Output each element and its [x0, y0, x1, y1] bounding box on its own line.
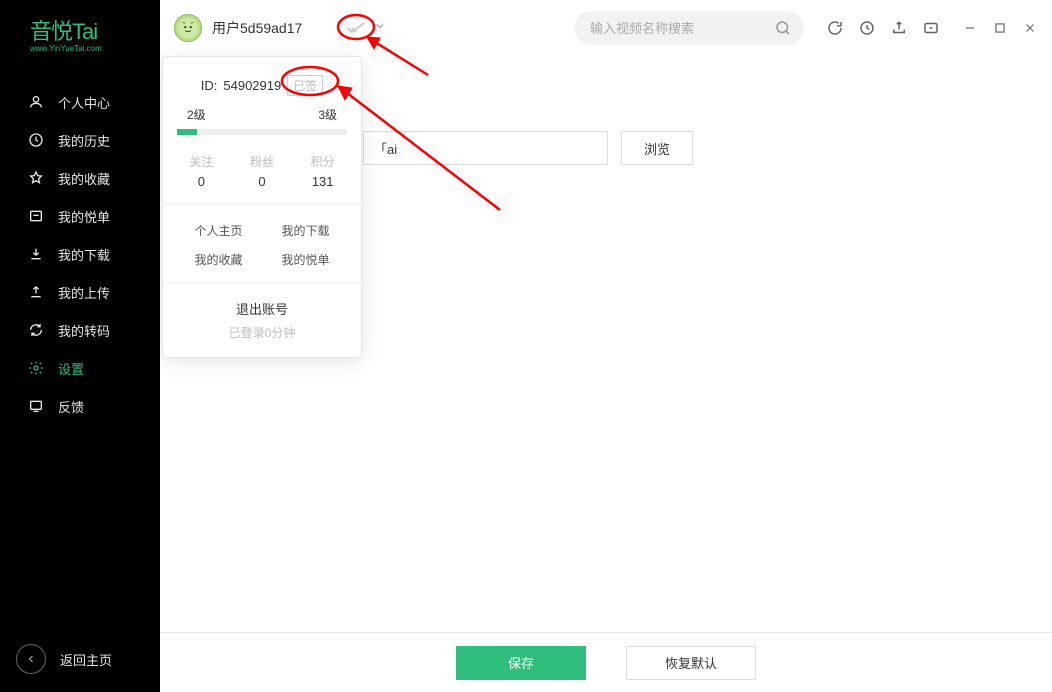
logo-main: 音悦Tai: [30, 14, 160, 46]
tool-icons: [826, 19, 940, 37]
id-label: ID:: [201, 78, 218, 93]
sidebar-item-uploads[interactable]: 我的上传: [0, 273, 160, 311]
chevron-down-icon[interactable]: [374, 19, 386, 37]
level-right: 3级: [318, 106, 337, 123]
sidebar-item-history[interactable]: 我的历史: [0, 121, 160, 159]
level-progress-fill: [177, 129, 197, 135]
path-text-fragment: 「ai: [374, 139, 397, 158]
sidebar-item-label: 我的收藏: [58, 169, 110, 188]
avatar[interactable]: [174, 14, 202, 42]
footer: 保存 恢复默认: [160, 632, 1052, 692]
sidebar-item-label: 我的下载: [58, 245, 110, 264]
divider: [163, 203, 361, 204]
sidebar-item-label: 个人中心: [58, 93, 110, 112]
sidebar-item-feedback[interactable]: 反馈: [0, 387, 160, 425]
popover-levels: 2级 3级: [163, 106, 361, 129]
popover-id-row: ID: 54902919 已签: [163, 57, 361, 106]
username-label: 用户5d59ad17: [212, 18, 302, 38]
sidebar-nav: 个人中心 我的历史 我的收藏 我的悦单 我的下载 我的上传 我的转码 设置: [0, 83, 160, 425]
minimize-icon[interactable]: [962, 20, 978, 36]
stat-points[interactable]: 积分 131: [292, 153, 353, 189]
browse-button[interactable]: 浏览: [621, 131, 693, 165]
return-home-label: 返回主页: [60, 650, 112, 669]
popover-stats: 关注 0 粉丝 0 积分 131: [163, 149, 361, 203]
signed-badge: 已签: [287, 75, 323, 96]
reset-defaults-button[interactable]: 恢复默认: [626, 646, 756, 680]
sidebar-item-label: 我的悦单: [58, 207, 110, 226]
stat-value: 0: [232, 174, 293, 189]
stat-value: 131: [292, 174, 353, 189]
stat-value: 0: [171, 174, 232, 189]
link-downloads[interactable]: 我的下载: [262, 216, 349, 245]
link-playlists[interactable]: 我的悦单: [262, 245, 349, 274]
chevron-left-icon: [16, 644, 46, 674]
playlist-icon: [28, 208, 44, 224]
search-icon[interactable]: [770, 15, 796, 41]
sidebar-item-label: 反馈: [58, 397, 84, 416]
upload-tray-icon[interactable]: [890, 19, 908, 37]
login-time-label: 已登录0分钟: [163, 320, 361, 345]
sidebar: 音悦Tai www.YinYueTai.com 个人中心 我的历史 我的收藏 我…: [0, 0, 160, 692]
download-path-input[interactable]: 「ai: [363, 131, 608, 165]
search-input[interactable]: [590, 21, 770, 36]
sidebar-item-label: 我的转码: [58, 321, 110, 340]
sidebar-item-favorites[interactable]: 我的收藏: [0, 159, 160, 197]
download-icon: [28, 246, 44, 262]
close-icon[interactable]: [1022, 20, 1038, 36]
verified-badge-icon: [346, 21, 366, 35]
refresh-icon: [28, 322, 44, 338]
stat-following[interactable]: 关注 0: [171, 153, 232, 189]
stat-followers[interactable]: 粉丝 0: [232, 153, 293, 189]
link-favorites[interactable]: 我的收藏: [175, 245, 262, 274]
sidebar-item-downloads[interactable]: 我的下载: [0, 235, 160, 273]
save-button[interactable]: 保存: [456, 646, 586, 680]
stat-label: 粉丝: [232, 153, 293, 170]
logo-subtitle: www.YinYueTai.com: [30, 44, 160, 53]
popover-links: 个人主页 我的下载 我的收藏 我的悦单: [163, 212, 361, 282]
window-controls: [962, 20, 1038, 36]
sidebar-item-label: 设置: [58, 359, 84, 378]
feedback-icon: [28, 398, 44, 414]
level-progress: [177, 129, 347, 135]
screen-icon[interactable]: [922, 19, 940, 37]
clock-icon: [28, 132, 44, 148]
star-icon: [28, 170, 44, 186]
user-popover: ID: 54902919 已签 2级 3级 关注 0 粉丝 0 积分 131 个…: [162, 56, 362, 358]
stat-label: 积分: [292, 153, 353, 170]
maximize-icon[interactable]: [992, 20, 1008, 36]
return-home-button[interactable]: 返回主页: [16, 644, 112, 674]
user-icon: [28, 94, 44, 110]
search-box: [574, 11, 804, 45]
sidebar-item-transcode[interactable]: 我的转码: [0, 311, 160, 349]
gear-icon: [28, 360, 44, 376]
logout-button[interactable]: 退出账号: [163, 291, 361, 320]
upload-icon: [28, 284, 44, 300]
sidebar-item-label: 我的上传: [58, 283, 110, 302]
sidebar-item-label: 我的历史: [58, 131, 110, 150]
id-value: 54902919: [223, 78, 281, 93]
refresh-icon[interactable]: [826, 19, 844, 37]
level-left: 2级: [187, 106, 206, 123]
history-icon[interactable]: [858, 19, 876, 37]
sidebar-item-profile[interactable]: 个人中心: [0, 83, 160, 121]
stat-label: 关注: [171, 153, 232, 170]
logo: 音悦Tai www.YinYueTai.com: [0, 0, 160, 59]
sidebar-item-playlists[interactable]: 我的悦单: [0, 197, 160, 235]
divider: [163, 282, 361, 283]
sidebar-item-settings[interactable]: 设置: [0, 349, 160, 387]
topbar: 用户5d59ad17: [160, 0, 1052, 56]
link-profile[interactable]: 个人主页: [175, 216, 262, 245]
